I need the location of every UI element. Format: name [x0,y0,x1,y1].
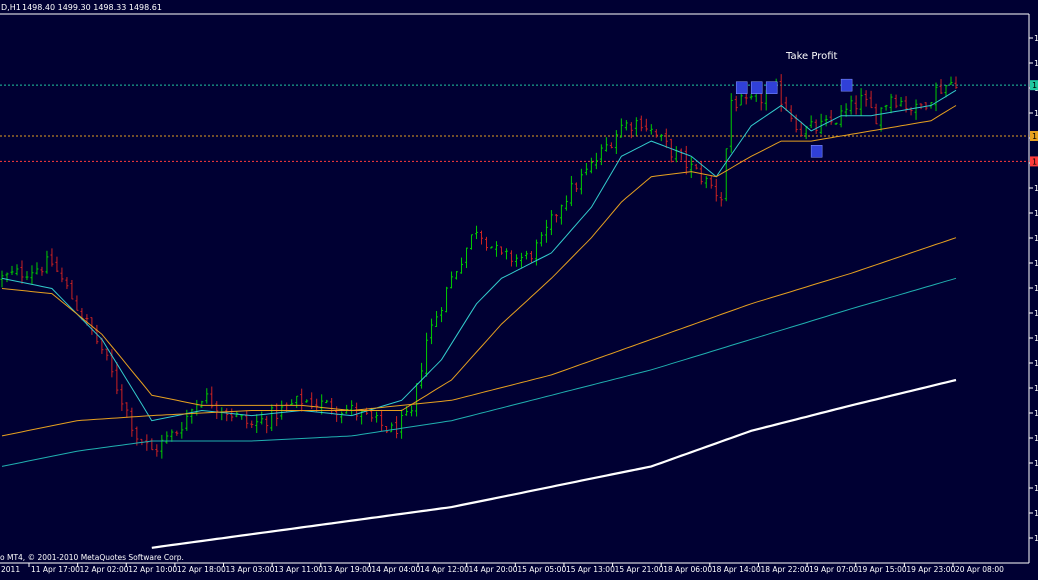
price-tick-label: 1 [1034,509,1038,518]
time-tick-label: 13 Apr 19:00 [323,565,372,574]
trade-marker[interactable] [735,81,748,94]
price-tick-label: 1 [1034,434,1038,443]
price-tick-label: 1 [1034,484,1038,493]
time-tick-label: 19 Apr 15:00 [858,565,907,574]
entry-price-tag-label: 1 [1032,132,1037,141]
time-tick-label: 14 Apr 04:00 [371,565,420,574]
price-tick-label: 1 [1034,34,1038,43]
time-start-label: 2011 [1,565,20,574]
time-tick-label: 15 Apr 05:00 [517,565,566,574]
price-tick-label: 1 [1034,384,1038,393]
trade-marker[interactable] [810,145,823,158]
stop-price-tag-label: 1 [1032,157,1037,166]
price-tick-label: 1 [1034,459,1038,468]
time-tick-label: 11 Apr 17:00 [31,565,80,574]
price-tick-label: 1 [1034,309,1038,318]
price-tick-label: 1 [1034,59,1038,68]
price-chart[interactable]: 111111111111111111111111 201111 Apr 17:0… [0,0,1038,576]
price-tick-label: 1 [1034,409,1038,418]
price-tick-label: 1 [1034,184,1038,193]
time-tick-label: 19 Apr 23:00 [906,565,955,574]
time-tick-label: 12 Apr 10:00 [128,565,177,574]
time-tick-label: 12 Apr 02:00 [80,565,129,574]
price-tick-label: 1 [1034,334,1038,343]
time-tick-label: 20 Apr 08:00 [955,565,1004,574]
trade-marker[interactable] [765,81,778,94]
header-ohlc: 1498.40 1499.30 1498.33 1498.61 [22,3,162,12]
time-tick-label: 12 Apr 18:00 [177,565,226,574]
time-tick-label: 13 Apr 11:00 [274,565,323,574]
price-tick-label: 1 [1034,284,1038,293]
time-tick-label: 14 Apr 20:00 [469,565,518,574]
time-tick-label: 15 Apr 13:00 [566,565,615,574]
price-tick-label: 1 [1034,534,1038,543]
trade-marker[interactable] [840,78,853,92]
time-tick-label: 18 Apr 06:00 [663,565,712,574]
time-axis: 2011 11 Apr 17:00 12 Apr 02:00 12 Apr 10:00… [1,563,1004,574]
time-tick-label: 15 Apr 21:00 [615,565,664,574]
chart-window[interactable]: 111111111111111111111111 201111 Apr 17:0… [0,0,1038,576]
trade-marker[interactable] [750,81,763,94]
header-symbol: D,H1 [1,3,21,12]
price-tick-label: 1 [1034,234,1038,243]
chart-background [0,0,1038,576]
price-tick-label: 1 [1034,209,1038,218]
price-tick-label: 1 [1034,359,1038,368]
time-tick-label: 18 Apr 22:00 [760,565,809,574]
price-tick-label: 1 [1034,109,1038,118]
time-tick-label: 18 Apr 14:00 [712,565,761,574]
take-profit-price-tag-label: 1 [1032,81,1037,90]
take-profit-label: Take Profit [785,51,838,62]
time-tick-label: 19 Apr 07:00 [809,565,858,574]
time-tick-label: 14 Apr 12:00 [420,565,469,574]
price-tick-label: 1 [1034,259,1038,268]
time-tick-label: 13 Apr 03:00 [226,565,275,574]
copyright-text: o MT4, © 2001-2010 MetaQuotes Software C… [0,553,184,562]
